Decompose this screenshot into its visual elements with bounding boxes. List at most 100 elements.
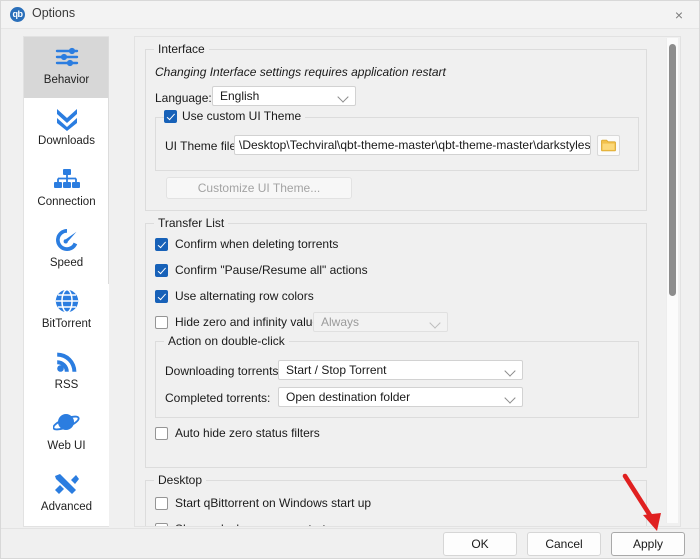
sidebar-item-label: RSS — [54, 379, 79, 391]
double-chevron-down-icon — [53, 102, 81, 134]
double-click-group: Action on double-click Downloading torre… — [155, 334, 639, 418]
sidebar-item-label: Behavior — [43, 74, 90, 86]
close-icon[interactable]: × — [657, 1, 699, 28]
rss-icon — [54, 346, 80, 378]
restart-note: Changing Interface settings requires app… — [155, 65, 446, 79]
options-dialog: qb Options × Behavior Downloads Connecti… — [0, 0, 700, 559]
title-bar: qb Options × — [1, 1, 699, 29]
vertical-scrollbar[interactable] — [666, 38, 678, 523]
start-on-windows-row[interactable]: Start qBittorrent on Windows start up — [155, 496, 371, 510]
double-click-group-legend: Action on double-click — [164, 334, 289, 348]
sidebar-item-label: Web UI — [47, 440, 86, 452]
sidebar-item-label: Speed — [49, 257, 84, 269]
hide-zero-values-value: Always — [321, 315, 360, 329]
confirm-delete-label: Confirm when deleting torrents — [175, 237, 339, 251]
interface-group-legend: Interface — [154, 42, 209, 56]
customize-ui-theme-label: Customize UI Theme... — [197, 181, 321, 195]
ok-label: OK — [471, 537, 489, 551]
hide-zero-values-select[interactable]: Always — [313, 312, 448, 332]
language-label: Language: — [155, 91, 212, 105]
sidebar-divider — [108, 37, 109, 284]
cancel-label: Cancel — [545, 537, 583, 551]
splash-screen-checkbox[interactable] — [155, 522, 168, 526]
transfer-list-group: Transfer List Confirm when deleting torr… — [145, 216, 647, 468]
language-select[interactable]: English — [212, 86, 356, 106]
use-custom-theme-checkbox-row[interactable]: Use custom UI Theme — [164, 109, 306, 123]
sidebar-item-behavior[interactable]: Behavior — [24, 37, 109, 98]
splash-screen-row[interactable]: Show splash screen on start up — [155, 522, 342, 526]
hide-zero-values-row[interactable]: Hide zero and infinity values — [155, 315, 325, 329]
alternating-rows-checkbox[interactable] — [155, 289, 168, 303]
confirm-pause-resume-checkbox[interactable] — [155, 263, 168, 277]
auto-hide-filters-row[interactable]: Auto hide zero status filters — [155, 426, 320, 440]
sidebar-item-connection[interactable]: Connection — [24, 159, 109, 220]
chevron-down-icon — [429, 317, 441, 329]
scrollbar-thumb[interactable] — [669, 44, 676, 296]
downloading-torrents-select[interactable]: Start / Stop Torrent — [278, 360, 523, 380]
globe-icon — [54, 285, 80, 317]
auto-hide-filters-label: Auto hide zero status filters — [175, 426, 320, 440]
sidebar-item-label: Downloads — [38, 135, 95, 147]
apply-label: Apply — [632, 537, 664, 551]
alternating-rows-label: Use alternating row colors — [175, 289, 314, 303]
sidebar-item-label: BitTorrent — [41, 318, 92, 330]
confirm-pause-resume-row[interactable]: Confirm "Pause/Resume all" actions — [155, 263, 368, 277]
sidebar-item-advanced[interactable]: Advanced — [24, 464, 109, 525]
theme-file-value: \Desktop\Techviral\qbt-theme-master\qbt-… — [239, 138, 591, 152]
chevron-down-icon — [504, 392, 516, 404]
window-title: Options — [32, 6, 76, 20]
downloading-torrents-value: Start / Stop Torrent — [286, 363, 387, 377]
use-custom-theme-label: Use custom UI Theme — [182, 109, 302, 123]
use-custom-theme-checkbox[interactable] — [164, 109, 177, 123]
logo-text: qb — [12, 9, 24, 19]
alternating-rows-row[interactable]: Use alternating row colors — [155, 289, 314, 303]
customize-ui-theme-button[interactable]: Customize UI Theme... — [166, 177, 352, 199]
use-custom-theme-group: Use custom UI Theme UI Theme file: \Desk… — [155, 109, 639, 171]
splash-screen-label: Show splash screen on start up — [175, 522, 342, 526]
network-tree-icon — [53, 163, 81, 195]
qbittorrent-logo-icon: qb — [10, 7, 25, 22]
sidebar-item-label: Connection — [37, 196, 96, 208]
sidebar-item-bittorrent[interactable]: BitTorrent — [24, 281, 109, 342]
language-value: English — [220, 89, 260, 103]
chevron-down-icon — [337, 91, 349, 103]
speedometer-icon — [54, 224, 80, 256]
settings-scroll-area: Interface Changing Interface settings re… — [135, 37, 665, 526]
confirm-delete-checkbox[interactable] — [155, 237, 168, 251]
settings-sidebar: Behavior Downloads Connection Speed BitT… — [23, 36, 109, 527]
transfer-list-group-legend: Transfer List — [154, 216, 229, 230]
completed-torrents-select[interactable]: Open destination folder — [278, 387, 523, 407]
sidebar-item-label: Advanced — [40, 501, 93, 513]
hide-zero-values-label: Hide zero and infinity values — [175, 315, 326, 329]
desktop-group: Desktop Start qBittorrent on Windows sta… — [145, 473, 647, 526]
sidebar-item-speed[interactable]: Speed — [24, 220, 109, 281]
start-on-windows-label: Start qBittorrent on Windows start up — [175, 496, 372, 510]
ok-button[interactable]: OK — [443, 532, 517, 556]
start-on-windows-checkbox[interactable] — [155, 496, 168, 510]
footer-separator — [1, 528, 699, 529]
cancel-button[interactable]: Cancel — [527, 532, 601, 556]
folder-icon — [601, 139, 616, 152]
downloading-torrents-label: Downloading torrents: — [165, 364, 282, 378]
hide-zero-values-checkbox[interactable] — [155, 315, 168, 329]
chevron-down-icon — [504, 365, 516, 377]
sidebar-item-downloads[interactable]: Downloads — [24, 98, 109, 159]
sidebar-item-web-ui[interactable]: Web UI — [24, 403, 109, 464]
planet-icon — [52, 407, 81, 439]
confirm-delete-row[interactable]: Confirm when deleting torrents — [155, 237, 338, 251]
tools-icon — [53, 468, 80, 500]
settings-panel: Interface Changing Interface settings re… — [134, 36, 681, 527]
interface-group: Interface Changing Interface settings re… — [145, 42, 647, 211]
confirm-pause-resume-label: Confirm "Pause/Resume all" actions — [175, 263, 368, 277]
browse-theme-file-button[interactable] — [597, 135, 620, 156]
auto-hide-filters-checkbox[interactable] — [155, 426, 168, 440]
completed-torrents-label: Completed torrents: — [165, 391, 271, 405]
theme-file-input[interactable]: \Desktop\Techviral\qbt-theme-master\qbt-… — [234, 135, 591, 155]
apply-button[interactable]: Apply — [611, 532, 685, 556]
sliders-icon — [53, 41, 81, 73]
desktop-group-legend: Desktop — [154, 473, 207, 487]
sidebar-item-rss[interactable]: RSS — [24, 342, 109, 403]
dialog-buttons: OK Cancel Apply — [443, 532, 685, 556]
theme-file-label: UI Theme file: — [165, 139, 240, 153]
completed-torrents-value: Open destination folder — [286, 390, 411, 404]
